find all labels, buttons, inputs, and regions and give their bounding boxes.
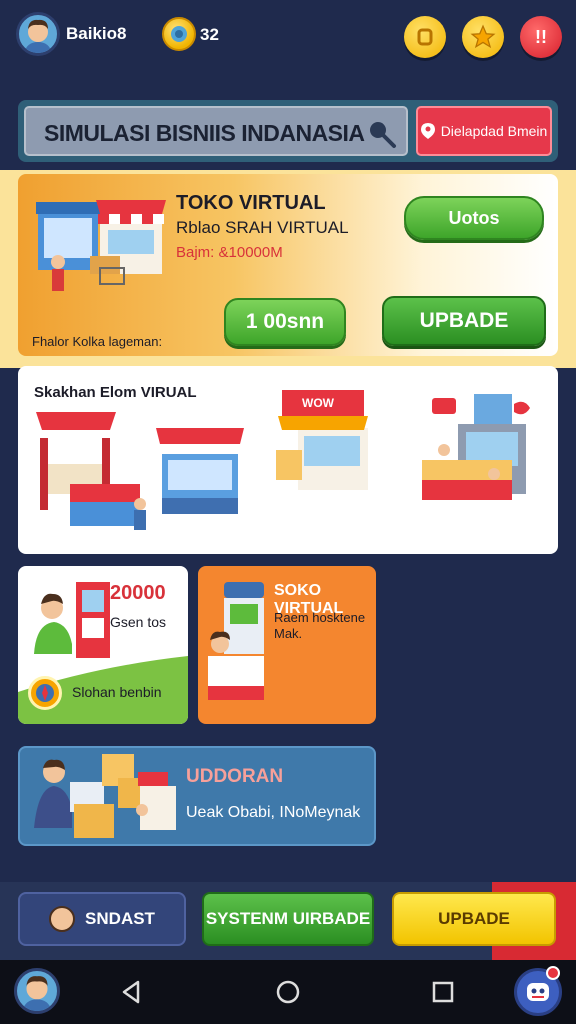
compass-icon (28, 676, 62, 710)
market-stall-illustration (36, 412, 146, 530)
back-icon[interactable] (120, 980, 142, 1004)
star-icon (470, 24, 496, 49)
hero-card: TOKO VIRTUAL Rblao SRAH VIRTUAL Bajm: &1… (18, 174, 558, 356)
soko-virtual-card[interactable]: SOKO VIRTUAL Raem hosktene Mak. (198, 566, 376, 724)
store-showcase[interactable]: Skakhan Elom VIRUAL WOW (18, 366, 558, 554)
delivery-illustration (34, 754, 176, 838)
search-title-text: SIMULASI BISNIIS INDANASIA (44, 120, 365, 146)
star-button[interactable] (462, 16, 504, 58)
shop-cashier-illustration (208, 582, 264, 700)
username-label: Baikio8 (66, 24, 127, 43)
card-c-desc: Ueak Obabi, INoMeynak (186, 804, 361, 821)
kiosk-illustration (156, 428, 244, 514)
sndast-label: SNDAST (85, 909, 155, 928)
sndast-avatar-icon (49, 906, 76, 932)
assistant-badge-icon (546, 966, 560, 980)
hero-section: TOKO VIRTUAL Rblao SRAH VIRTUAL Bajm: &1… (0, 170, 576, 368)
hero-upgrade-button[interactable]: UPBADE (382, 296, 546, 346)
download-button[interactable]: Dielapdad Bmein (416, 106, 552, 156)
sndast-button[interactable]: SNDAST (18, 892, 186, 946)
coin-icon (162, 17, 196, 51)
card-c-title: UDDORAN (186, 766, 284, 787)
upgrade-button[interactable]: UPBADE (392, 892, 556, 946)
notification-badge-text: !! (535, 26, 547, 47)
search-input[interactable]: SIMULASI BISNIIS INDANASIA (24, 106, 408, 156)
hero-amount-button[interactable]: 1 00snn (224, 298, 346, 346)
hero-subtitle: Rblao SRAH VIRTUAL (176, 218, 349, 237)
nav-avatar[interactable] (14, 968, 60, 1014)
coin-shop-icon (417, 28, 433, 46)
user-face-icon (24, 19, 52, 53)
gold-coin-button[interactable] (404, 16, 446, 58)
hero-price: Bajm: &10000M (176, 244, 283, 261)
location-pin-icon (420, 123, 435, 139)
search-icon[interactable] (366, 118, 398, 150)
home-icon[interactable] (276, 980, 300, 1004)
user-avatar[interactable] (16, 12, 60, 56)
coin-count: 32 (200, 25, 219, 44)
download-label: Dielapdad Bmein (440, 123, 548, 139)
computer-shop-illustration (422, 394, 530, 500)
search-bar: SIMULASI BISNIIS INDANASIA Dielapdad Bme… (18, 100, 558, 162)
wow-sign-text: WOW (302, 396, 334, 410)
uddoran-card[interactable]: UDDORAN Ueak Obabi, INoMeynak (18, 746, 376, 846)
notification-button[interactable]: !! (520, 16, 562, 58)
bottom-action-bar: SNDAST SYSTENM UIRBADE UPBADE (0, 882, 576, 960)
hero-top-button[interactable]: Uotos (404, 196, 544, 240)
nav-user-face-icon (22, 976, 52, 1011)
card-a-footer: Slohan benbin (72, 684, 162, 700)
system-nav-bar (0, 960, 576, 1024)
card-b-desc: Raem hosktene Mak. (274, 610, 366, 641)
hero-title: TOKO VIRTUAL (176, 192, 326, 214)
virtual-store-illustration (36, 200, 166, 291)
card-a-sub: Gsen tos (110, 614, 167, 630)
system-upgrade-button[interactable]: SYSTENM UIRBADE (202, 892, 374, 946)
card-a-value: 20000 (110, 582, 166, 604)
stat-card-value[interactable]: 20000 Gsen tos Slohan benbin (18, 566, 188, 724)
recents-icon[interactable] (432, 981, 454, 1003)
hero-footer-text: Fhalor Kolka lageman: (32, 334, 163, 349)
showcase-label: Skakhan Elom VIRUAL (34, 384, 197, 401)
